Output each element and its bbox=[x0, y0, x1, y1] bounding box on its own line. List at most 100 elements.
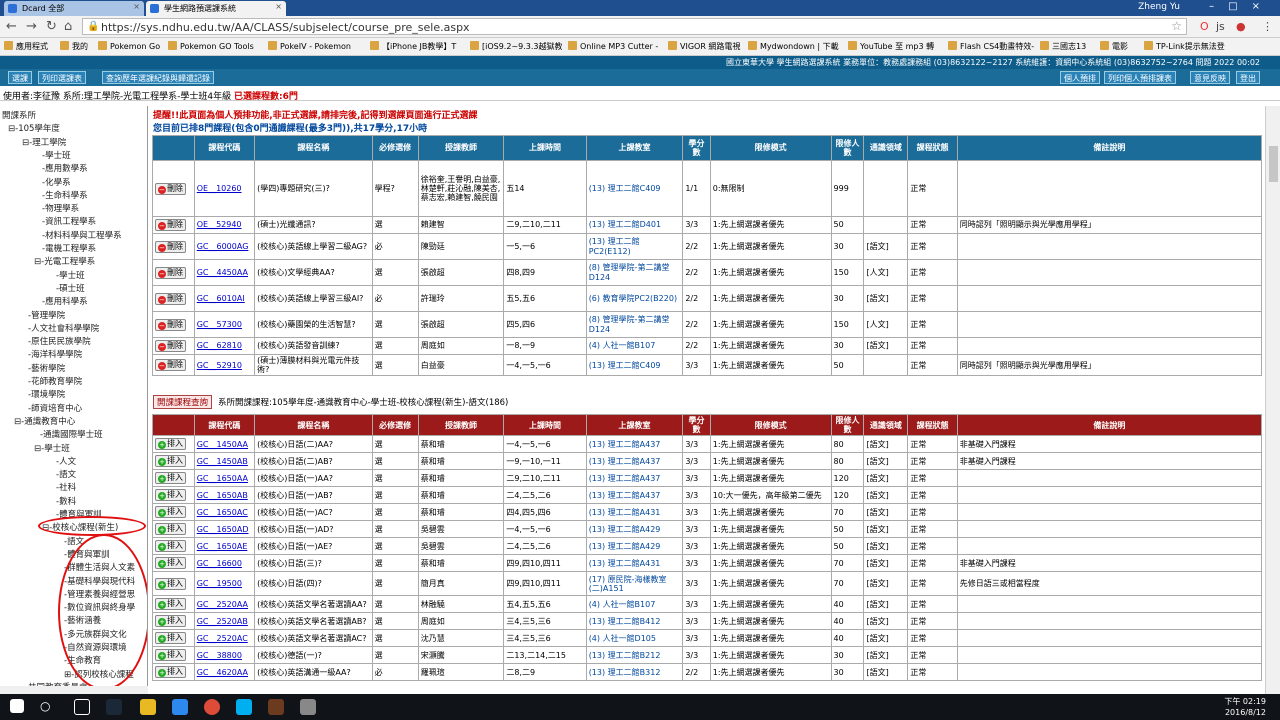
url-input[interactable]: 🔒 https://sys.ndhu.edu.tw/AA/CLASS/subjse… bbox=[82, 18, 1187, 35]
tree-node[interactable]: -環境學院 bbox=[28, 388, 65, 400]
extension-icon[interactable]: ● bbox=[1236, 20, 1246, 33]
app-icon[interactable] bbox=[300, 699, 316, 715]
course-code-link[interactable]: GC__6000AG bbox=[197, 242, 249, 251]
tree-node[interactable]: -管理學院 bbox=[28, 309, 65, 321]
course-code-link[interactable]: OE__52940 bbox=[197, 220, 242, 229]
course-code-link[interactable]: GC__1650AA bbox=[197, 474, 248, 483]
personal-preplan-button[interactable]: 個人預排 bbox=[1060, 71, 1100, 84]
tree-node[interactable]: -師資培育中心 bbox=[28, 402, 82, 414]
tree-node[interactable]: ⊟-學士班 bbox=[34, 442, 70, 454]
classroom[interactable]: (4) 人社一館D105 bbox=[589, 634, 656, 643]
tree-node[interactable]: -語文 bbox=[56, 468, 76, 480]
task-view-icon[interactable] bbox=[74, 699, 90, 715]
add-button[interactable]: + 排入 bbox=[155, 489, 186, 502]
tree-node[interactable]: -花師教育學院 bbox=[28, 375, 82, 387]
course-search-button[interactable]: 開課課程查詢 bbox=[153, 395, 213, 409]
course-code-link[interactable]: GC__1450AA bbox=[197, 440, 248, 449]
classroom[interactable]: (13) 理工二館A437 bbox=[589, 474, 661, 483]
tree-node[interactable]: ⊟-105學年度 bbox=[8, 122, 60, 134]
tree-node[interactable]: -應用數學系 bbox=[42, 162, 88, 174]
course-code-link[interactable]: OE__10260 bbox=[197, 184, 242, 193]
delete-button[interactable]: − 刪除 bbox=[155, 266, 186, 279]
tree-node[interactable]: -化學系 bbox=[42, 176, 71, 188]
add-button[interactable]: + 排入 bbox=[155, 455, 186, 468]
tree-node[interactable]: -碩士班 bbox=[56, 282, 85, 294]
course-code-link[interactable]: GC__1650AE bbox=[197, 542, 248, 551]
feedback-button[interactable]: 意見反映 bbox=[1190, 71, 1230, 84]
tree-node[interactable]: -社科 bbox=[56, 481, 76, 493]
delete-button[interactable]: − 刪除 bbox=[155, 182, 186, 195]
print-timetable-button[interactable]: 列印選課表 bbox=[38, 71, 86, 84]
delete-button[interactable]: − 刪除 bbox=[155, 318, 186, 331]
search-icon[interactable]: ○ bbox=[40, 699, 56, 715]
tree-node[interactable]: -通識國際學士班 bbox=[40, 428, 103, 440]
bookmark-item[interactable]: Pokemon Go bbox=[98, 41, 164, 51]
classroom[interactable]: (13) 理工二館B412 bbox=[589, 617, 661, 626]
delete-button[interactable]: − 刪除 bbox=[155, 219, 186, 231]
game-icon[interactable] bbox=[268, 699, 284, 715]
file-explorer-icon[interactable] bbox=[140, 699, 156, 715]
bookmark-item[interactable]: [iOS9.2~9.3.3越獄教 bbox=[470, 41, 562, 52]
classroom[interactable]: (8) 管理學院-第二講堂D124 bbox=[589, 263, 670, 281]
classroom[interactable]: (13) 理工二館C409 bbox=[589, 361, 661, 370]
tree-node[interactable]: -應用科學系 bbox=[42, 295, 88, 307]
add-button[interactable]: + 排入 bbox=[155, 649, 186, 662]
tree-node[interactable]: -電機工程學系 bbox=[42, 242, 96, 254]
bookmark-item[interactable]: 我的 bbox=[60, 41, 98, 52]
bookmark-item[interactable]: 三國志13 bbox=[1040, 41, 1098, 52]
add-button[interactable]: + 排入 bbox=[155, 540, 186, 553]
classroom[interactable]: (13) 理工二館B212 bbox=[589, 651, 661, 660]
course-code-link[interactable]: GC__2520AC bbox=[197, 634, 248, 643]
add-button[interactable]: + 排入 bbox=[155, 632, 186, 645]
opera-icon[interactable]: O bbox=[1200, 20, 1209, 33]
tree-node[interactable]: -海洋科學學院 bbox=[28, 348, 82, 360]
course-code-link[interactable]: GC__1650AB bbox=[197, 491, 248, 500]
clock[interactable]: 下午 02:19 2016/8/12 bbox=[1224, 696, 1266, 718]
windows-start-icon[interactable] bbox=[10, 699, 24, 713]
tree-node[interactable]: -生命科學系 bbox=[42, 189, 88, 201]
tree-node[interactable]: -人文 bbox=[56, 455, 76, 467]
js-extension-icon[interactable]: js bbox=[1216, 20, 1225, 33]
course-code-link[interactable]: GC__57300 bbox=[197, 320, 242, 329]
forward-icon[interactable]: → bbox=[26, 19, 37, 34]
classroom[interactable]: (8) 管理學院-第二講堂D124 bbox=[589, 315, 670, 333]
course-code-link[interactable]: GC__16600 bbox=[197, 559, 242, 568]
bookmark-item[interactable]: Flash CS4動畫特效- bbox=[948, 41, 1038, 52]
store-icon[interactable] bbox=[172, 699, 188, 715]
course-code-link[interactable]: GC__19500 bbox=[197, 579, 242, 588]
back-icon[interactable]: ← bbox=[6, 19, 17, 34]
print-preplan-button[interactable]: 列印個人預排課表 bbox=[1104, 71, 1176, 84]
classroom[interactable]: (13) 理工二館PC2(E112) bbox=[589, 237, 640, 255]
classroom[interactable]: (17) 原民院-海樣教室(二)A151 bbox=[589, 575, 667, 593]
course-code-link[interactable]: GC__1450AB bbox=[197, 457, 248, 466]
course-code-link[interactable]: GC__2520AB bbox=[197, 617, 248, 626]
add-button[interactable]: + 排入 bbox=[155, 438, 186, 451]
bookmark-item[interactable]: Pokemon GO Tools bbox=[168, 41, 258, 51]
classroom[interactable]: (4) 人社一館B107 bbox=[589, 341, 656, 350]
tree-node[interactable]: ⊟-光電工程學系 bbox=[34, 255, 95, 267]
select-course-button[interactable]: 選課 bbox=[8, 71, 32, 84]
classroom[interactable]: (13) 理工二館A429 bbox=[589, 525, 661, 534]
add-button[interactable]: + 排入 bbox=[155, 577, 186, 590]
tree-node[interactable]: ⊟-通識教育中心 bbox=[14, 415, 75, 427]
add-button[interactable]: + 排入 bbox=[155, 506, 186, 519]
course-code-link[interactable]: GC__52910 bbox=[197, 361, 242, 370]
delete-button[interactable]: − 刪除 bbox=[155, 359, 186, 372]
bookmark-item[interactable]: 電影 bbox=[1100, 41, 1142, 52]
tree-node[interactable]: -人文社會科學學院 bbox=[28, 322, 99, 334]
close-icon[interactable]: × bbox=[133, 2, 140, 11]
bookmark-star-icon[interactable]: ☆ bbox=[1171, 19, 1182, 33]
course-code-link[interactable]: GC__6010AI bbox=[197, 294, 245, 303]
profile-name[interactable]: Zheng Yu bbox=[1138, 2, 1180, 12]
bookmark-item[interactable]: 【iPhone JB教學】T bbox=[370, 41, 470, 52]
course-code-link[interactable]: GC__4450AA bbox=[197, 268, 248, 277]
add-button[interactable]: + 排入 bbox=[155, 615, 186, 628]
tree-horizontal-scrollbar[interactable] bbox=[0, 686, 148, 694]
add-button[interactable]: + 排入 bbox=[155, 666, 186, 679]
skype-icon[interactable] bbox=[236, 699, 252, 715]
tree-node[interactable]: -材料科學與工程學系 bbox=[42, 229, 122, 241]
tree-node[interactable]: -數科 bbox=[56, 495, 76, 507]
classroom[interactable]: (13) 理工二館A437 bbox=[589, 440, 661, 449]
tree-node[interactable]: -物理學系 bbox=[42, 202, 79, 214]
tree-node[interactable]: -原住民民族學院 bbox=[28, 335, 91, 347]
